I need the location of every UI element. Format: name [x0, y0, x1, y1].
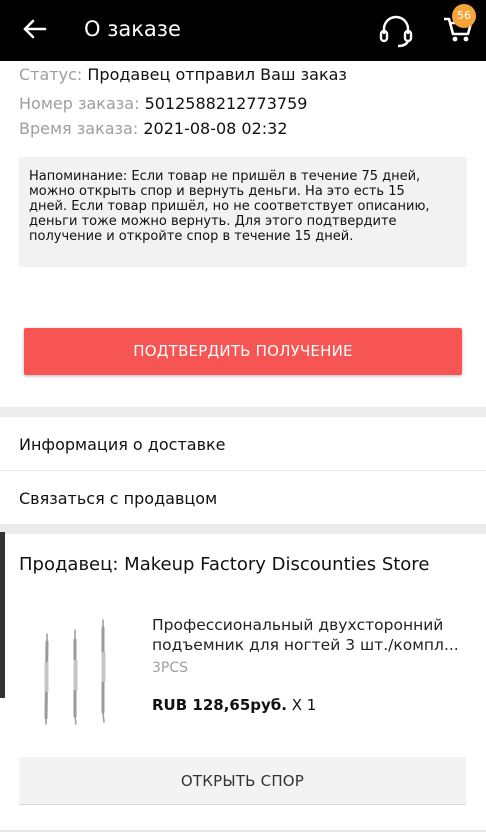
- delivery-info-row[interactable]: Информация о доставке: [0, 418, 486, 471]
- product-price: RUB 128,65руб.: [152, 696, 287, 714]
- product-image[interactable]: [27, 612, 123, 732]
- order-status: Статус: Продавец отправил Ваш заказ: [19, 64, 347, 86]
- product-variant: 3PCS: [152, 660, 189, 676]
- top-bar: О заказе 56: [0, 0, 486, 61]
- product-name-line-2: подъемник для ногтей 3 шт./компл...: [152, 636, 459, 654]
- contact-seller-label: Связаться с продавцом: [19, 489, 218, 508]
- row-divider: [0, 470, 486, 471]
- reminder-box: Напоминание: Если товар не пришёл в тече…: [19, 157, 467, 267]
- status-label: Статус:: [19, 65, 83, 84]
- support-headset-icon[interactable]: [378, 14, 414, 48]
- order-time: Время заказа: 2021-08-08 02:32: [19, 118, 288, 140]
- open-dispute-button[interactable]: ОТКРЫТЬ СПОР: [19, 757, 466, 805]
- contact-seller-row[interactable]: Связаться с продавцом: [0, 472, 486, 525]
- page-title: О заказе: [84, 17, 181, 41]
- scroll-edge-indicator: [0, 532, 5, 698]
- section-divider: [0, 407, 486, 417]
- product-price-line: RUB 128,65руб. X 1: [152, 695, 316, 715]
- order-time-value: 2021-08-08 02:32: [143, 119, 288, 138]
- product-quantity: X 1: [291, 696, 317, 714]
- order-number: Номер заказа: 5012588212773759: [19, 93, 307, 115]
- order-number-value: 5012588212773759: [144, 94, 308, 113]
- cart-count-badge: 56: [452, 4, 476, 28]
- order-time-label: Время заказа:: [19, 119, 139, 138]
- delivery-info-label: Информация о доставке: [19, 435, 226, 454]
- order-number-label: Номер заказа:: [19, 94, 140, 113]
- confirm-receipt-button[interactable]: ПОДТВЕРДИТЬ ПОЛУЧЕНИЕ: [24, 328, 462, 375]
- product-name[interactable]: Профессиональный двухсторонний подъемник…: [152, 615, 470, 655]
- section-divider: [0, 524, 486, 534]
- status-value: Продавец отправил Ваш заказ: [87, 65, 347, 84]
- back-arrow-icon[interactable]: [20, 14, 50, 44]
- seller-title: Продавец: Makeup Factory Discounties Sto…: [19, 554, 430, 575]
- product-name-line-1: Профессиональный двухсторонний: [152, 616, 444, 634]
